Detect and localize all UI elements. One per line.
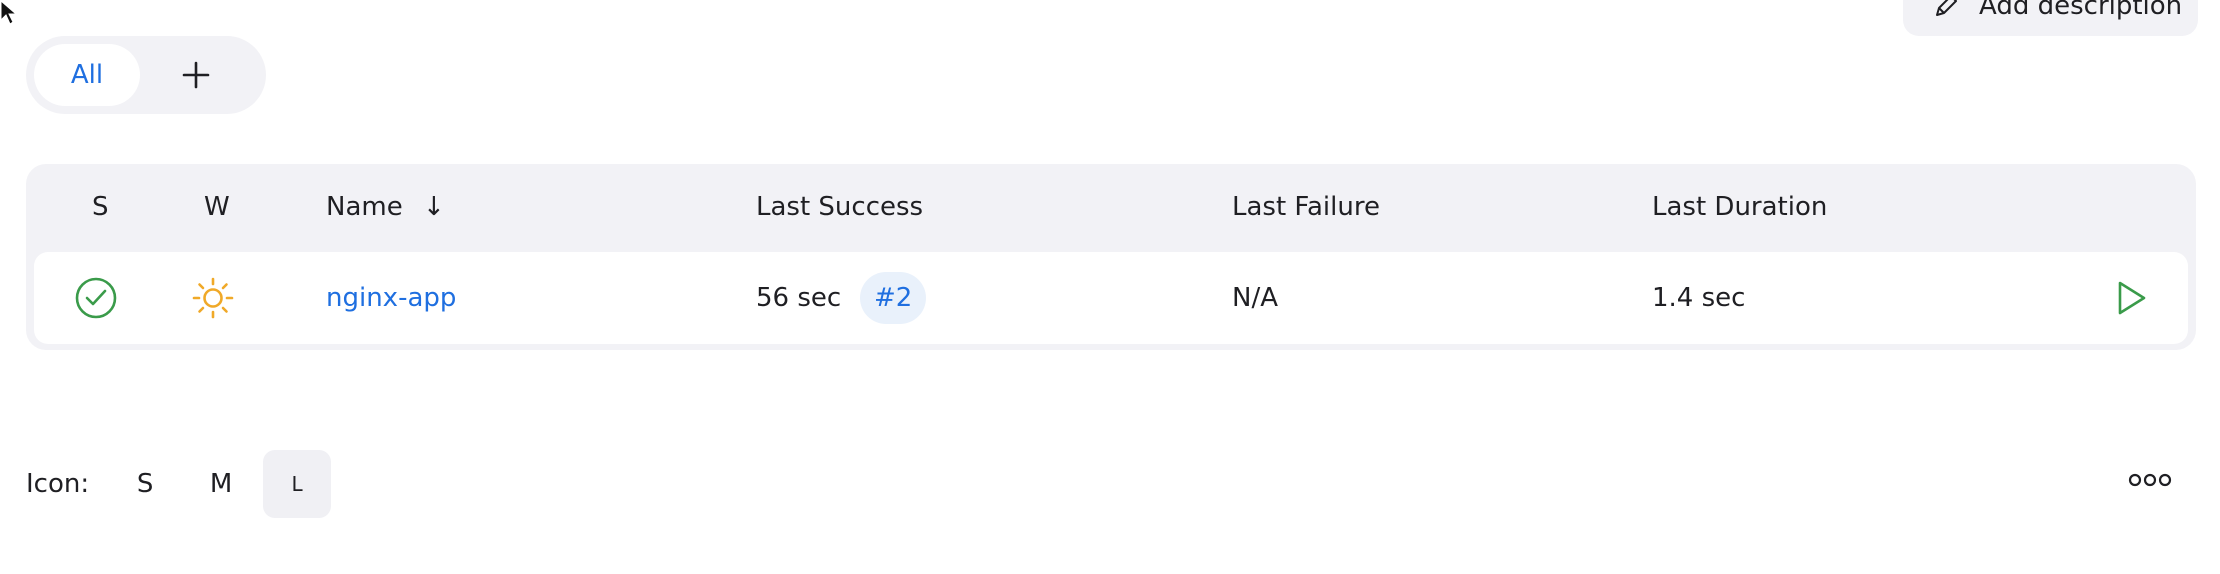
view-tabs: All: [26, 36, 266, 114]
icon-size-medium-button[interactable]: M: [187, 450, 255, 518]
icon-size-selector: Icon: S M L: [26, 450, 339, 518]
sun-icon: [192, 277, 234, 319]
icon-size-large-button[interactable]: L: [263, 450, 332, 518]
job-name-link[interactable]: nginx-app: [326, 285, 456, 311]
column-header-status[interactable]: S: [92, 194, 109, 220]
column-header-last-duration[interactable]: Last Duration: [1652, 194, 1827, 220]
column-header-last-failure[interactable]: Last Failure: [1232, 194, 1380, 220]
last-failure-value: N/A: [1232, 283, 1278, 313]
plus-icon: [182, 61, 210, 89]
last-success-value: 56 sec: [756, 283, 842, 313]
play-icon[interactable]: [2110, 278, 2150, 318]
icon-size-label: Icon:: [26, 469, 90, 499]
pencil-icon: [1936, 0, 1957, 16]
column-header-name[interactable]: Name ↓: [326, 194, 445, 220]
cursor-icon: [0, 0, 18, 25]
icon-size-small-button[interactable]: S: [111, 450, 179, 518]
add-description-button[interactable]: Add description: [1903, 0, 2198, 36]
column-header-last-success[interactable]: Last Success: [756, 194, 923, 220]
last-duration-value: 1.4 sec: [1652, 283, 1746, 313]
tab-all[interactable]: All: [34, 44, 140, 106]
add-view-button[interactable]: [156, 44, 236, 106]
add-description-label: Add description: [1979, 0, 2183, 21]
build-number-badge[interactable]: #2: [860, 272, 927, 324]
success-check-icon: [75, 277, 117, 319]
column-header-weather[interactable]: W: [204, 194, 230, 220]
more-icon[interactable]: [2128, 470, 2172, 490]
column-header-name-label: Name: [326, 192, 403, 222]
jobs-table: S W Name ↓ Last Success Last Failure Las…: [26, 164, 2196, 350]
sort-arrow-icon: ↓: [422, 192, 445, 222]
table-row: nginx-app 56 sec #2 N/A 1.4 sec: [34, 252, 2188, 344]
